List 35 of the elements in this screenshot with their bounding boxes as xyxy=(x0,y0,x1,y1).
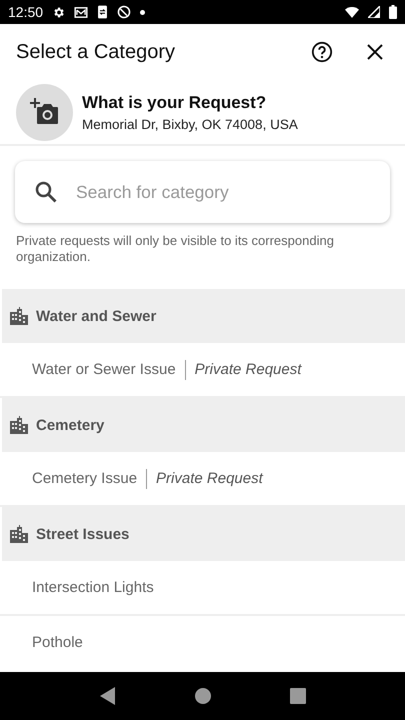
category-item[interactable]: Intersection Lights xyxy=(0,561,405,616)
search-field[interactable]: Search for category xyxy=(76,182,371,202)
item-label: Pothole xyxy=(32,634,83,651)
category-item[interactable]: Pothole xyxy=(0,616,405,669)
private-tag: Private Request xyxy=(184,360,302,380)
help-icon[interactable] xyxy=(311,41,333,63)
dot-icon xyxy=(140,10,146,14)
category-name: Cemetery xyxy=(36,416,104,434)
mail-icon xyxy=(74,6,88,18)
category-name: Street Issues xyxy=(36,526,130,542)
item-label: Intersection Lights xyxy=(32,579,154,596)
home-icon[interactable] xyxy=(194,688,210,704)
battery-icon xyxy=(389,5,397,19)
private-tag: Private Request xyxy=(146,468,263,488)
signal-icon xyxy=(368,6,380,18)
search-icon xyxy=(34,180,58,204)
back-icon[interactable] xyxy=(100,687,116,705)
item-label: Cemetery Issue xyxy=(32,470,138,487)
camera-plus-icon xyxy=(30,98,60,126)
building-icon xyxy=(10,307,28,325)
address-text: Memorial Dr, Bixby, OK 74008, USA xyxy=(82,116,298,132)
phone-sync-icon xyxy=(97,5,108,19)
building-icon xyxy=(10,416,28,434)
category-name: Water and Sewer xyxy=(36,308,156,324)
blocked-circle-icon xyxy=(117,5,132,19)
request-title: What is your Request? xyxy=(82,92,268,112)
wifi-icon xyxy=(345,6,359,18)
gear-icon xyxy=(52,6,66,18)
dialog-title: Select a Category xyxy=(16,40,176,64)
recents-icon[interactable] xyxy=(290,688,306,704)
close-icon[interactable] xyxy=(367,44,383,60)
building-icon xyxy=(10,525,28,543)
privacy-note: Private requests will only be visible to its corresponding organization. xyxy=(16,233,335,265)
clock-time: 12:50 xyxy=(8,4,44,20)
item-label: Water or Sewer Issue xyxy=(32,361,176,378)
